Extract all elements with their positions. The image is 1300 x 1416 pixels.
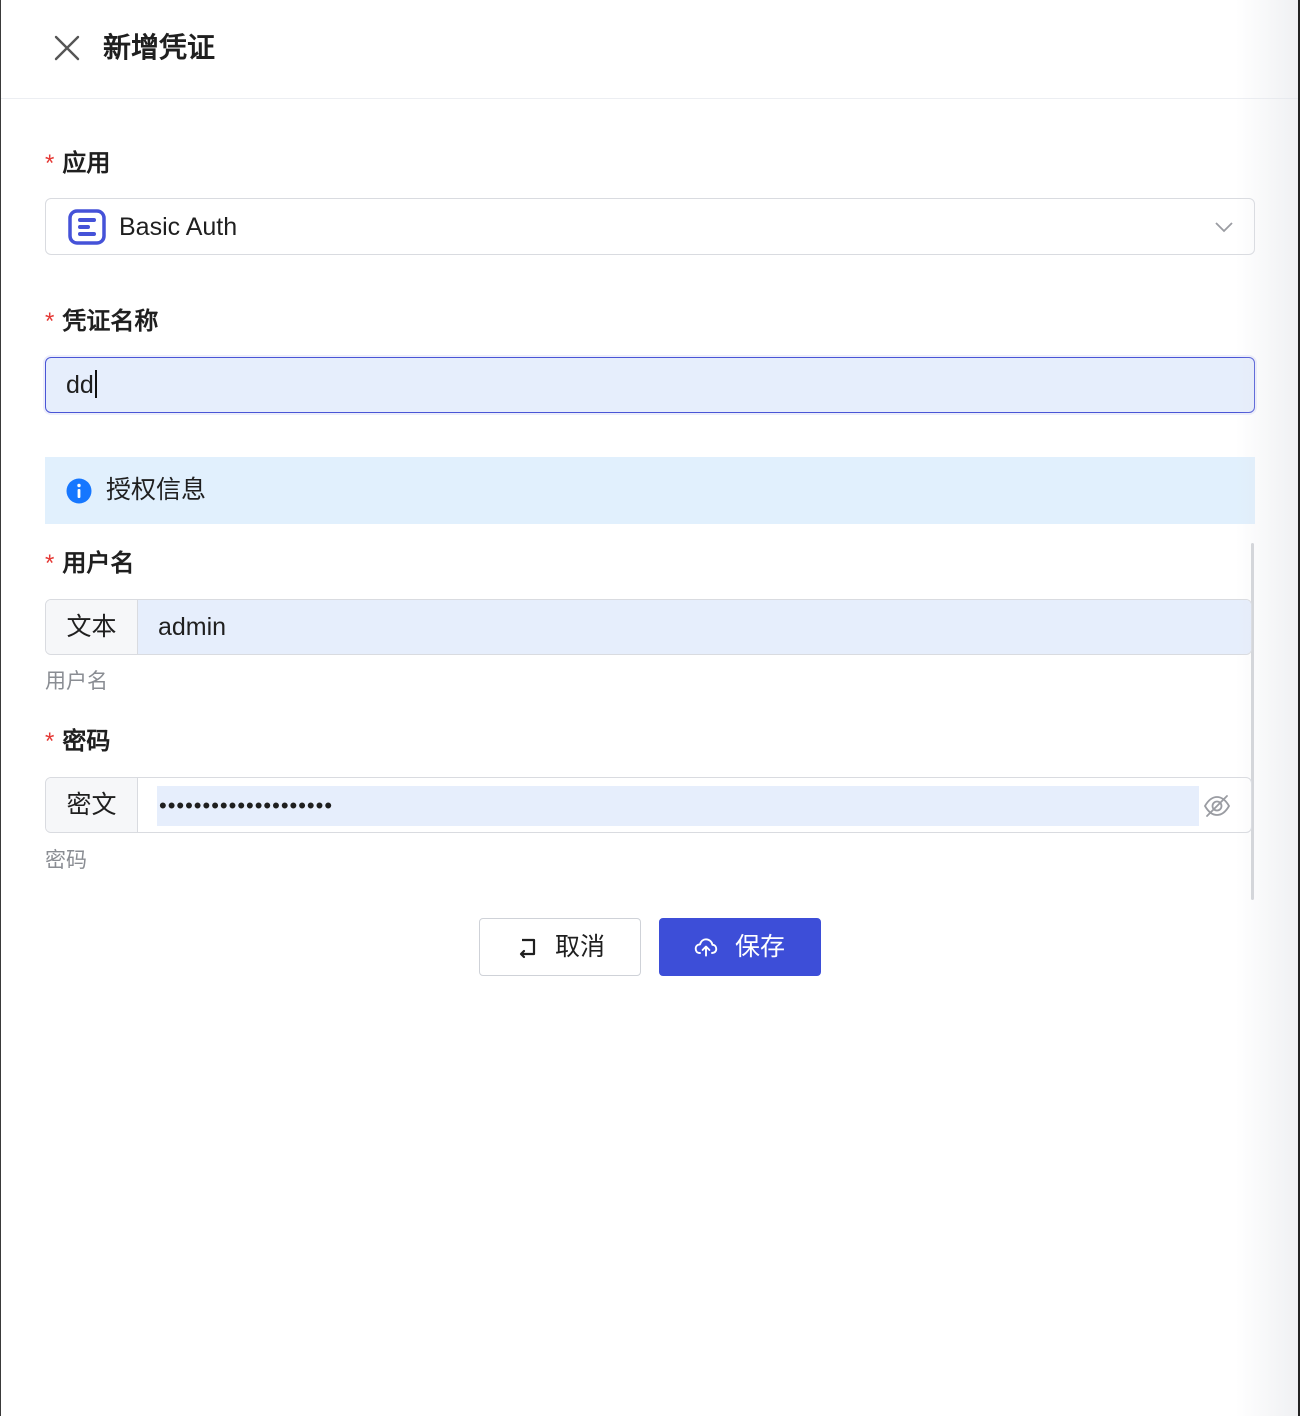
- close-icon[interactable]: [51, 32, 83, 64]
- username-label-text: 用户名: [62, 550, 135, 577]
- username-label: * 用户名: [45, 548, 134, 580]
- cancel-button[interactable]: 取消: [479, 918, 641, 976]
- save-button[interactable]: 保存: [659, 918, 821, 976]
- chevron-down-icon: [1215, 222, 1233, 233]
- credential-name-input[interactable]: dd: [45, 357, 1255, 413]
- credential-drawer: 新增凭证 * 应用 Basic Auth * 凭证名称 dd 授权信息 * 用户…: [0, 0, 1299, 1416]
- app-field-label: * 应用: [45, 148, 110, 180]
- credential-name-label-text: 凭证名称: [62, 308, 159, 335]
- required-mark: *: [45, 308, 55, 335]
- username-input[interactable]: admin: [138, 600, 1251, 654]
- auth-info-title: 授权信息: [106, 476, 207, 504]
- username-type-select[interactable]: 文本: [46, 600, 138, 654]
- eye-slash-icon[interactable]: [1203, 792, 1231, 820]
- username-value: admin: [158, 613, 227, 641]
- text-caret: [94, 370, 97, 398]
- required-mark: *: [45, 550, 55, 577]
- cloud-upload-icon: [694, 938, 718, 957]
- password-help: 密码: [45, 849, 87, 872]
- required-mark: *: [45, 150, 55, 177]
- scrollbar[interactable]: [1251, 543, 1254, 900]
- auth-info-section: 授权信息: [45, 457, 1255, 524]
- close-button[interactable]: [51, 32, 83, 64]
- basic-auth-app-icon: [68, 209, 106, 245]
- drawer-header: 新增凭证: [1, 0, 1299, 99]
- page-title: 新增凭证: [103, 32, 216, 63]
- cancel-button-label: 取消: [555, 933, 606, 961]
- app-select-value: Basic Auth: [119, 213, 238, 241]
- info-icon: [66, 478, 92, 504]
- username-help: 用户名: [45, 670, 108, 693]
- username-input-group: 文本 admin: [45, 599, 1252, 655]
- app-select[interactable]: Basic Auth: [45, 198, 1255, 255]
- app-label-text: 应用: [62, 150, 111, 177]
- save-button-label: 保存: [735, 933, 786, 961]
- required-mark: *: [45, 728, 55, 755]
- password-masked-value: ••••••••••••••••••••: [159, 793, 334, 818]
- password-input-group: 密文 ••••••••••••••••••••: [45, 777, 1252, 833]
- password-label: * 密码: [45, 726, 110, 758]
- credential-name-value: dd: [66, 371, 94, 399]
- password-type-select[interactable]: 密文: [46, 778, 138, 832]
- password-input[interactable]: ••••••••••••••••••••: [157, 786, 1199, 826]
- password-label-text: 密码: [62, 728, 111, 755]
- return-icon: [519, 938, 536, 959]
- credential-name-label: * 凭证名称: [45, 306, 158, 338]
